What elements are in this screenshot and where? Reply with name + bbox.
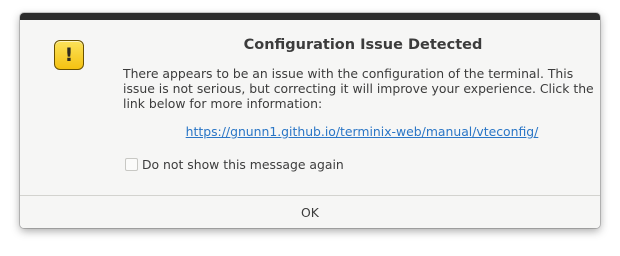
- vteconfig-link[interactable]: https://gnunn1.github.io/terminix-web/ma…: [123, 124, 600, 139]
- dont-show-again-row[interactable]: Do not show this message again: [125, 157, 344, 172]
- warning-icon: !: [54, 40, 84, 70]
- dialog-titlebar[interactable]: [20, 13, 600, 20]
- dialog-title: Configuration Issue Detected: [243, 37, 483, 53]
- dont-show-again-label[interactable]: Do not show this message again: [142, 157, 344, 172]
- ok-button[interactable]: OK: [20, 196, 600, 228]
- configuration-issue-dialog: ! Configuration Issue Detected There app…: [20, 13, 600, 228]
- dont-show-again-checkbox[interactable]: [125, 157, 138, 171]
- warning-icon-glyph: !: [64, 44, 74, 66]
- dialog-action-area: OK: [20, 195, 600, 228]
- dialog-message: There appears to be an issue with the co…: [123, 66, 594, 111]
